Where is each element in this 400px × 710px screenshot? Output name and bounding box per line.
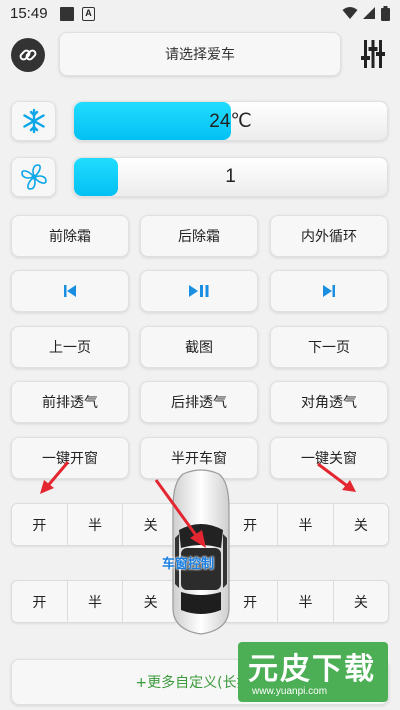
- ac-snowflake-button[interactable]: [11, 101, 56, 141]
- play-pause-button[interactable]: [140, 270, 258, 312]
- front-left-window-half[interactable]: 半: [68, 504, 124, 545]
- temperature-value: 24℃: [209, 110, 252, 132]
- fan-icon: [20, 164, 47, 190]
- window-control-label: 车窗控制: [162, 557, 215, 572]
- front-defrost-button[interactable]: 前除霜: [11, 215, 129, 257]
- recirculation-button[interactable]: 内外循环: [270, 215, 388, 257]
- notification-icon: [60, 7, 74, 21]
- front-right-window-half[interactable]: 半: [278, 504, 334, 545]
- front-right-window-control: 开 半 关: [222, 503, 389, 546]
- watermark-title: 元皮下载: [248, 652, 376, 687]
- previous-page-button[interactable]: 上一页: [11, 326, 129, 368]
- status-bar: 15:49 A: [0, 0, 400, 28]
- car-select-button[interactable]: 请选择爱车: [59, 32, 341, 76]
- skip-next-icon: [323, 285, 335, 297]
- wifi-icon: [342, 7, 358, 19]
- signal-icon: [363, 7, 375, 19]
- diagonal-vent-button[interactable]: 对角透气: [270, 381, 388, 423]
- status-time: 15:49: [10, 5, 48, 22]
- rear-right-window-close[interactable]: 关: [334, 581, 388, 622]
- link-icon: [19, 49, 37, 61]
- snowflake-icon: [22, 108, 45, 134]
- next-page-button[interactable]: 下一页: [270, 326, 388, 368]
- annotation-arrow-icon: [154, 479, 206, 548]
- screenshot-button[interactable]: 截图: [140, 326, 258, 368]
- front-right-window-close[interactable]: 关: [334, 504, 388, 545]
- settings-sliders-icon[interactable]: [359, 38, 387, 70]
- annotation-arrow-icon: [317, 462, 356, 492]
- front-vent-button[interactable]: 前排透气: [11, 381, 129, 423]
- previous-track-button[interactable]: [11, 270, 129, 312]
- front-left-window-open[interactable]: 开: [12, 504, 68, 545]
- fan-speed-value: 1: [225, 166, 236, 187]
- connect-link-button[interactable]: [11, 38, 45, 72]
- rear-vent-button[interactable]: 后排透气: [140, 381, 258, 423]
- rear-left-window-control: 开 半 关: [11, 580, 179, 623]
- open-all-windows-button[interactable]: 一键开窗: [11, 437, 129, 479]
- annotation-arrow-icon: [40, 461, 70, 494]
- fan-button[interactable]: [11, 157, 56, 197]
- rear-defrost-button[interactable]: 后除霜: [140, 215, 258, 257]
- rear-left-window-open[interactable]: 开: [12, 581, 68, 622]
- temperature-slider[interactable]: 24℃: [73, 101, 388, 141]
- rear-right-window-half[interactable]: 半: [278, 581, 334, 622]
- watermark-logo: 元皮下载 www.yuanpi.com: [238, 642, 388, 702]
- fan-speed-slider[interactable]: 1: [73, 157, 388, 197]
- rear-left-window-half[interactable]: 半: [68, 581, 124, 622]
- skip-previous-icon: [64, 285, 76, 297]
- battery-icon: [381, 6, 390, 21]
- watermark-url: www.yuanpi.com: [252, 686, 328, 697]
- next-track-button[interactable]: [270, 270, 388, 312]
- app-notification-icon: A: [82, 7, 95, 21]
- play-pause-icon: [189, 285, 209, 297]
- rear-right-window-control: 开 半 关: [222, 580, 389, 623]
